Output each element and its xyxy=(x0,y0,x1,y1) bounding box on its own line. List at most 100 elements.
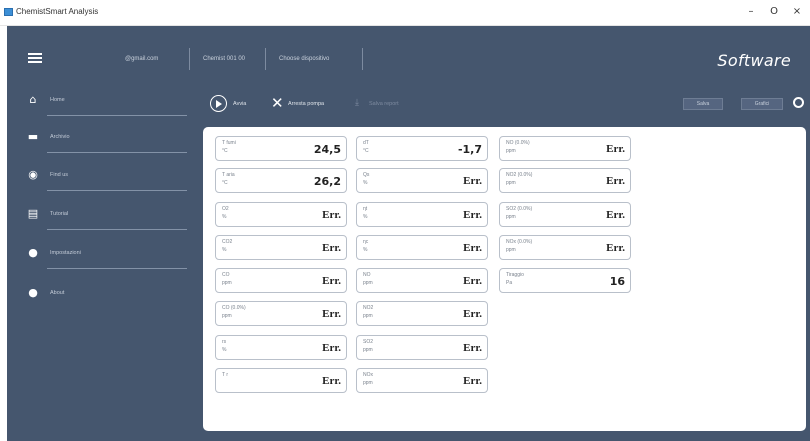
card-value: Err. xyxy=(606,242,625,254)
app-icon xyxy=(4,8,13,16)
sidebar-item-find-us[interactable]: ◉ Find us xyxy=(7,162,187,191)
stop-pump-label[interactable]: Arresta pompa xyxy=(288,100,324,108)
measure-card-qs: Qs % Err. xyxy=(356,168,488,193)
app-header: @gmail.com Chemist 001 00 Choose disposi… xyxy=(7,26,810,87)
account-email[interactable]: @gmail.com xyxy=(125,54,158,64)
card-value: Err. xyxy=(322,242,341,254)
card-value: Err. xyxy=(322,209,341,221)
card-value: Err. xyxy=(322,275,341,287)
hamburger-menu-icon[interactable] xyxy=(28,53,42,63)
card-name: NO (0.0%) xyxy=(506,140,530,146)
card-unit: % xyxy=(363,247,368,253)
card-value: Err. xyxy=(463,308,482,320)
close-button[interactable]: × xyxy=(786,4,808,20)
measure-card-co2: CO2 % Err. xyxy=(215,235,347,260)
card-name: NO2 (0.0%) xyxy=(506,172,533,178)
card-unit: ppm xyxy=(506,247,516,253)
measure-card-no2-ref: NO2 (0.0%) ppm Err. xyxy=(499,168,631,193)
sidebar-item-label: Archivio xyxy=(50,134,70,140)
sidebar-item-home[interactable]: ⌂ Home xyxy=(7,87,187,116)
divider xyxy=(47,268,187,269)
measure-card-so2-ref: SO2 (0.0%) ppm Err. xyxy=(499,202,631,227)
measure-card-co-ref: CO (0.0%) ppm Err. xyxy=(215,301,347,326)
card-value: Err. xyxy=(606,209,625,221)
device-name[interactable]: Chemist 001 00 xyxy=(203,54,245,64)
divider xyxy=(47,190,187,191)
minimize-button[interactable]: – xyxy=(740,4,762,20)
card-value: Err. xyxy=(463,175,482,187)
play-icon[interactable] xyxy=(210,95,227,112)
charts-button[interactable]: Grafici xyxy=(741,98,783,110)
sidebar-item-settings[interactable]: ● Impostazioni xyxy=(7,240,187,269)
card-name: NOx (0.0%) xyxy=(506,239,533,245)
card-name: dT xyxy=(363,140,369,146)
card-value: 16 xyxy=(609,275,625,288)
maximize-button[interactable]: O xyxy=(763,4,785,20)
card-value: Err. xyxy=(463,275,482,287)
card-unit: ppm xyxy=(222,280,232,286)
info-icon: ● xyxy=(28,286,38,299)
save-button[interactable]: Salva xyxy=(683,98,723,110)
measure-card-no2: NO2 ppm Err. xyxy=(356,301,488,326)
card-unit: ppm xyxy=(506,148,516,154)
measure-card-dt: dT °C -1,7 xyxy=(356,136,488,161)
measure-card-no-ref: NO (0.0%) ppm Err. xyxy=(499,136,631,161)
card-unit: ppm xyxy=(506,180,516,186)
header-divider xyxy=(189,48,190,70)
card-name: CO2 xyxy=(222,239,233,245)
measurements-panel: T fumi °C 24,5 T aria °C 26,2 O2 % Err. … xyxy=(203,127,806,431)
sidebar-item-tutorial[interactable]: ▤ Tutorial xyxy=(7,201,187,230)
card-value: Err. xyxy=(463,342,482,354)
card-value: 24,5 xyxy=(313,143,341,156)
card-value: 26,2 xyxy=(313,175,341,188)
sidebar-item-label: Impostazioni xyxy=(50,250,81,256)
document-icon: ▤ xyxy=(27,207,39,220)
card-value: Err. xyxy=(322,342,341,354)
sidebar-item-about[interactable]: ● About xyxy=(7,280,187,308)
status-ring-icon[interactable] xyxy=(793,97,804,108)
card-name: SO2 (0.0%) xyxy=(506,206,533,212)
divider xyxy=(47,152,187,153)
card-name: NOx xyxy=(363,372,373,378)
choose-device-button[interactable]: Choose dispositivo xyxy=(279,54,329,64)
divider xyxy=(47,115,187,116)
measure-card-eta-t: ηt % Err. xyxy=(356,202,488,227)
location-icon: ◉ xyxy=(28,168,38,181)
divider xyxy=(47,229,187,230)
brand-logo: Software xyxy=(717,51,791,70)
sidebar-item-label: Home xyxy=(50,97,65,103)
settings-ring-icon: ● xyxy=(28,246,38,259)
measure-card-tr: T r Err. xyxy=(215,368,347,393)
sidebar-item-label: Tutorial xyxy=(50,211,69,217)
card-name: NO2 xyxy=(363,305,374,311)
measure-card-no: NO ppm Err. xyxy=(356,268,488,293)
save-report-label: Salva report xyxy=(369,101,399,107)
main-area: Avvia ✕ Arresta pompa ⤓ Salva report Sal… xyxy=(193,87,810,441)
measure-card-so2: SO2 ppm Err. xyxy=(356,335,488,360)
card-name: ηc xyxy=(363,239,369,245)
card-unit: ppm xyxy=(363,280,373,286)
header-divider xyxy=(362,48,363,70)
home-icon: ⌂ xyxy=(29,93,37,106)
download-icon: ⤓ xyxy=(355,98,359,108)
card-unit: °C xyxy=(222,180,228,186)
card-name: T fumi xyxy=(222,140,236,146)
measure-card-t-aria: T aria °C 26,2 xyxy=(215,168,347,193)
start-label[interactable]: Avvia xyxy=(233,100,246,108)
card-unit: ppm xyxy=(222,313,232,319)
card-value: Err. xyxy=(463,375,482,387)
close-icon[interactable]: ✕ xyxy=(271,95,284,111)
card-unit: ppm xyxy=(506,214,516,220)
card-name: ηt xyxy=(363,206,368,212)
measure-card-tiraggio: Tiraggio Pa 16 xyxy=(499,268,631,293)
sidebar-item-archive[interactable]: ▬ Archivio xyxy=(7,124,187,153)
card-name: T r xyxy=(222,372,229,378)
card-name: T aria xyxy=(222,172,235,178)
measure-card-o2: O2 % Err. xyxy=(215,202,347,227)
card-value: Err. xyxy=(322,308,341,320)
card-name: CO xyxy=(222,272,230,278)
measure-card-nox-ref: NOx (0.0%) ppm Err. xyxy=(499,235,631,260)
card-unit: ppm xyxy=(363,313,373,319)
card-value: Err. xyxy=(606,175,625,187)
sidebar-item-label: About xyxy=(50,290,65,296)
